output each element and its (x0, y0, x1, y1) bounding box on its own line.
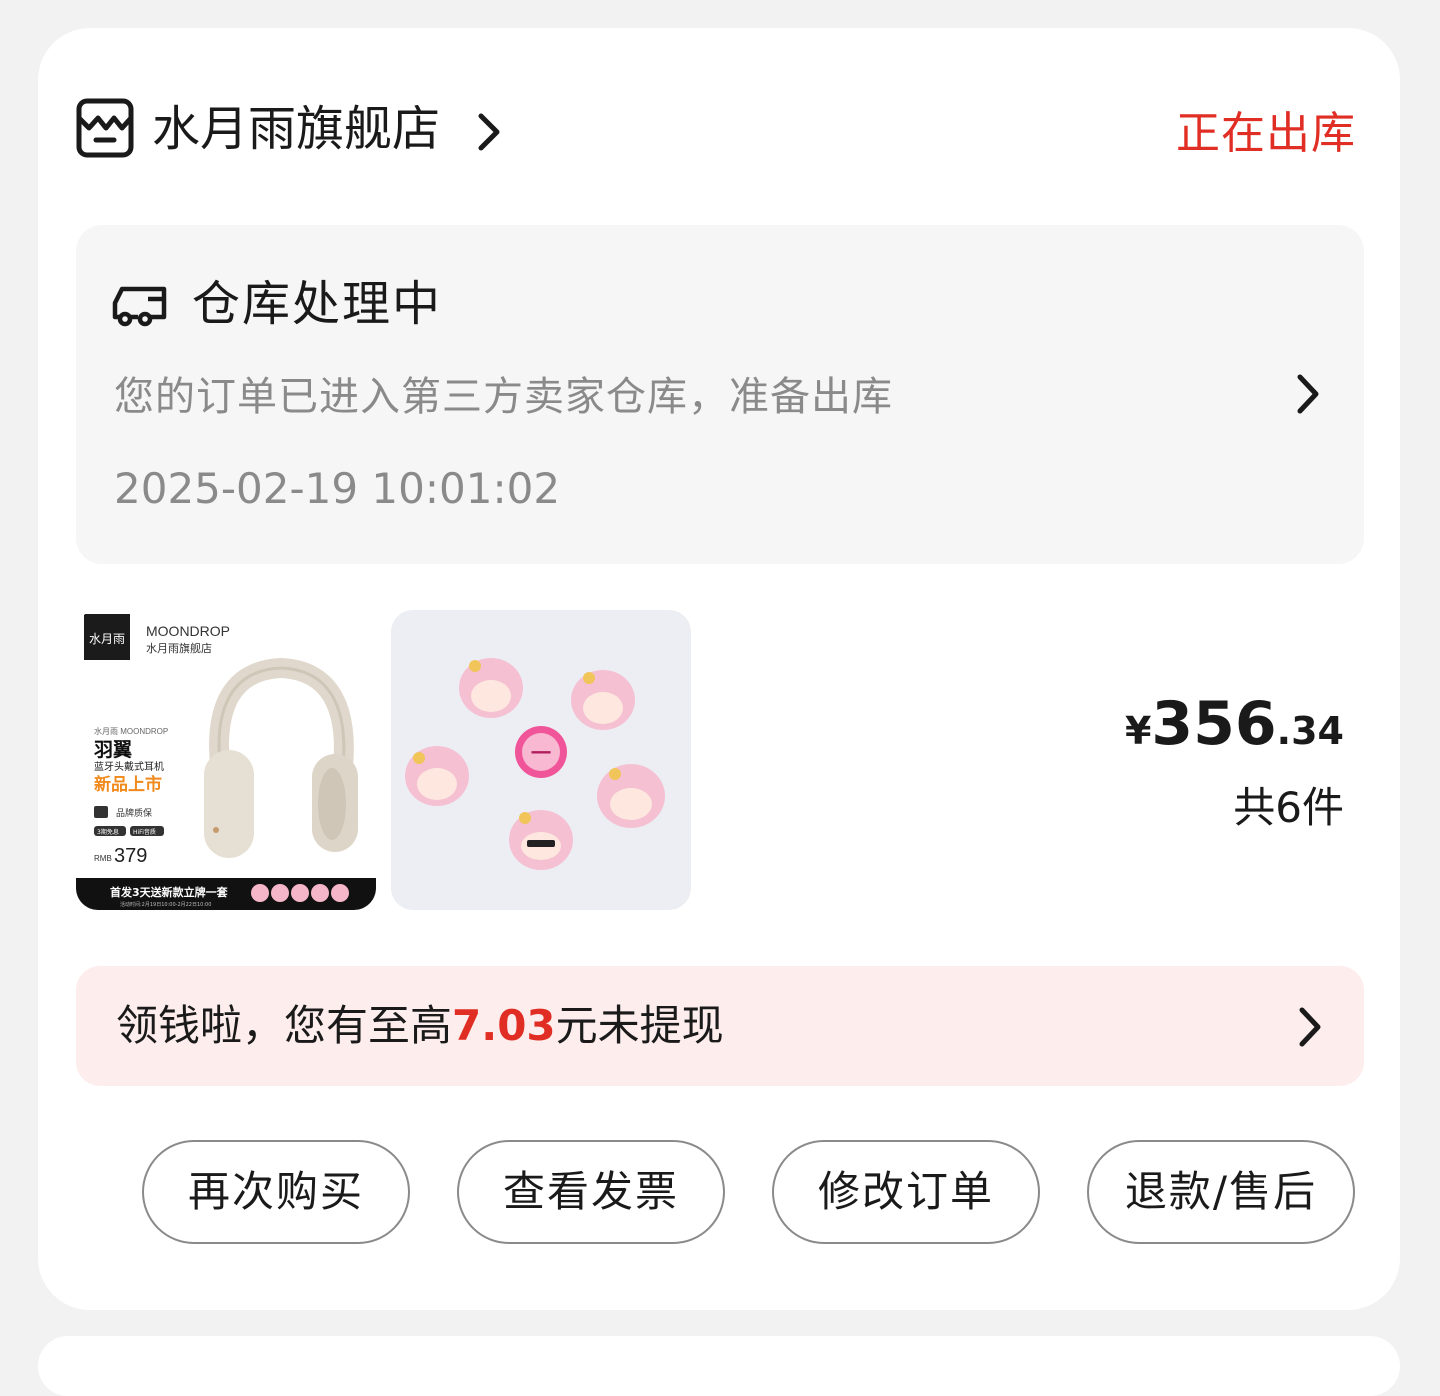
logistics-title: 仓库处理中 (192, 276, 443, 332)
product-price-currency: RMB (94, 854, 112, 863)
item-quantity: 共6件 (1233, 783, 1344, 832)
chevron-right-icon[interactable] (1296, 373, 1320, 415)
product-logo-text: 水月雨 (89, 632, 125, 646)
logistics-panel[interactable]: 仓库处理中 您的订单已进入第三方卖家仓库，准备出库 2025-02-19 10:… (76, 225, 1364, 564)
price-decimal: .34 (1276, 709, 1344, 753)
logistics-time: 2025-02-19 10:01:02 (114, 464, 561, 513)
product-promo: 首发3天送新款立牌一套 (110, 885, 229, 899)
price-integer: 356 (1151, 689, 1277, 759)
view-invoice-button[interactable]: 查看发票 (457, 1140, 725, 1244)
product-brand-en: MOONDROP (146, 623, 230, 639)
product-thumbnail-headphones[interactable]: 水月雨 MOONDROP 水月雨旗舰店 水月雨 MOONDROP 羽翼 蓝牙头戴… (76, 610, 376, 910)
cashback-amount: 7.03 (452, 1001, 556, 1050)
chevron-right-icon[interactable] (476, 112, 502, 152)
product-thumbnail-acrylic-stands[interactable]: 一 (391, 610, 691, 910)
product-brand-cn: 水月雨旗舰店 (146, 641, 212, 655)
currency-symbol: ¥ (1124, 709, 1152, 753)
order-status: 正在出库 (1176, 108, 1356, 159)
product-tag-installment: 3期免息 (97, 828, 119, 836)
product-launch: 新品上市 (94, 774, 162, 795)
chevron-right-icon[interactable] (1298, 1006, 1322, 1048)
product-price-value: 379 (114, 845, 147, 867)
cashback-banner[interactable]: 领钱啦，您有至高7.03元未提现 (76, 966, 1364, 1086)
product-guarantee: 品牌质保 (116, 807, 152, 819)
order-total-price: ¥356.34 (1125, 686, 1344, 762)
cashback-text: 领钱啦，您有至高7.03元未提现 (116, 996, 724, 1056)
next-order-card (38, 1336, 1400, 1396)
product-series: 水月雨 MOONDROP (94, 726, 168, 736)
rebuy-button[interactable]: 再次购买 (142, 1140, 410, 1244)
product-name: 羽翼 (94, 739, 132, 761)
product-subtitle: 蓝牙头戴式耳机 (94, 760, 164, 773)
store-name[interactable]: 水月雨旗舰店 (152, 98, 440, 160)
store-icon (76, 98, 134, 158)
product-promo-note: 活动时间:2月19日10:00-2月22日10:00 (120, 901, 211, 908)
logistics-description: 您的订单已进入第三方卖家仓库，准备出库 (114, 374, 893, 420)
modify-order-button[interactable]: 修改订单 (772, 1140, 1040, 1244)
refund-aftersales-button[interactable]: 退款/售后 (1087, 1140, 1355, 1244)
pink-badge: 一 (515, 726, 567, 778)
cashback-prefix: 领钱啦，您有至高 (116, 1001, 453, 1050)
svg-text:一: 一 (531, 741, 551, 765)
product-tag-hifi: HiFi音质 (133, 828, 156, 836)
chibi-character (509, 810, 573, 870)
chibi-character (459, 658, 523, 718)
chibi-character (597, 764, 665, 828)
truck-icon (112, 286, 167, 327)
chibi-character (405, 746, 469, 806)
order-card[interactable]: 水月雨旗舰店 正在出库 仓库处理中 您的订单已进入第三方卖家仓库，准备出库 20… (38, 28, 1400, 1310)
cashback-suffix: 元未提现 (555, 1001, 724, 1050)
chibi-character (571, 670, 635, 730)
